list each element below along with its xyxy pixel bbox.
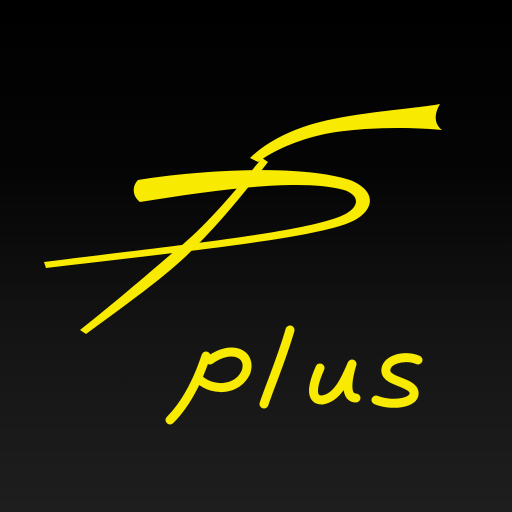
logo-top-swoosh — [250, 104, 442, 162]
fs-plus-logo-icon — [44, 104, 442, 425]
logo-wordmark-plus — [165, 325, 423, 425]
app-icon: plus — [0, 0, 512, 512]
logo-s-bowl — [44, 170, 370, 268]
